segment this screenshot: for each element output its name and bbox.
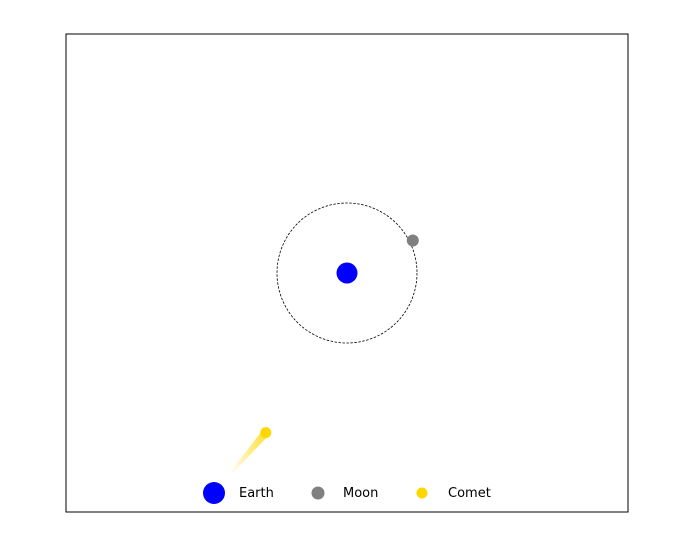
legend-marker-moon — [311, 486, 325, 500]
comet-point — [260, 427, 272, 439]
legend-label-comet: Comet — [448, 486, 491, 501]
legend-label-earth: Earth — [239, 486, 274, 501]
earth-point — [336, 262, 358, 284]
chart-figure: Earth Moon Comet — [65, 33, 629, 513]
moon-point — [406, 234, 419, 247]
legend: Earth Moon Comet — [203, 482, 491, 504]
legend-marker-comet — [416, 487, 428, 499]
legend-marker-earth — [203, 482, 225, 504]
legend-label-moon: Moon — [343, 486, 378, 501]
